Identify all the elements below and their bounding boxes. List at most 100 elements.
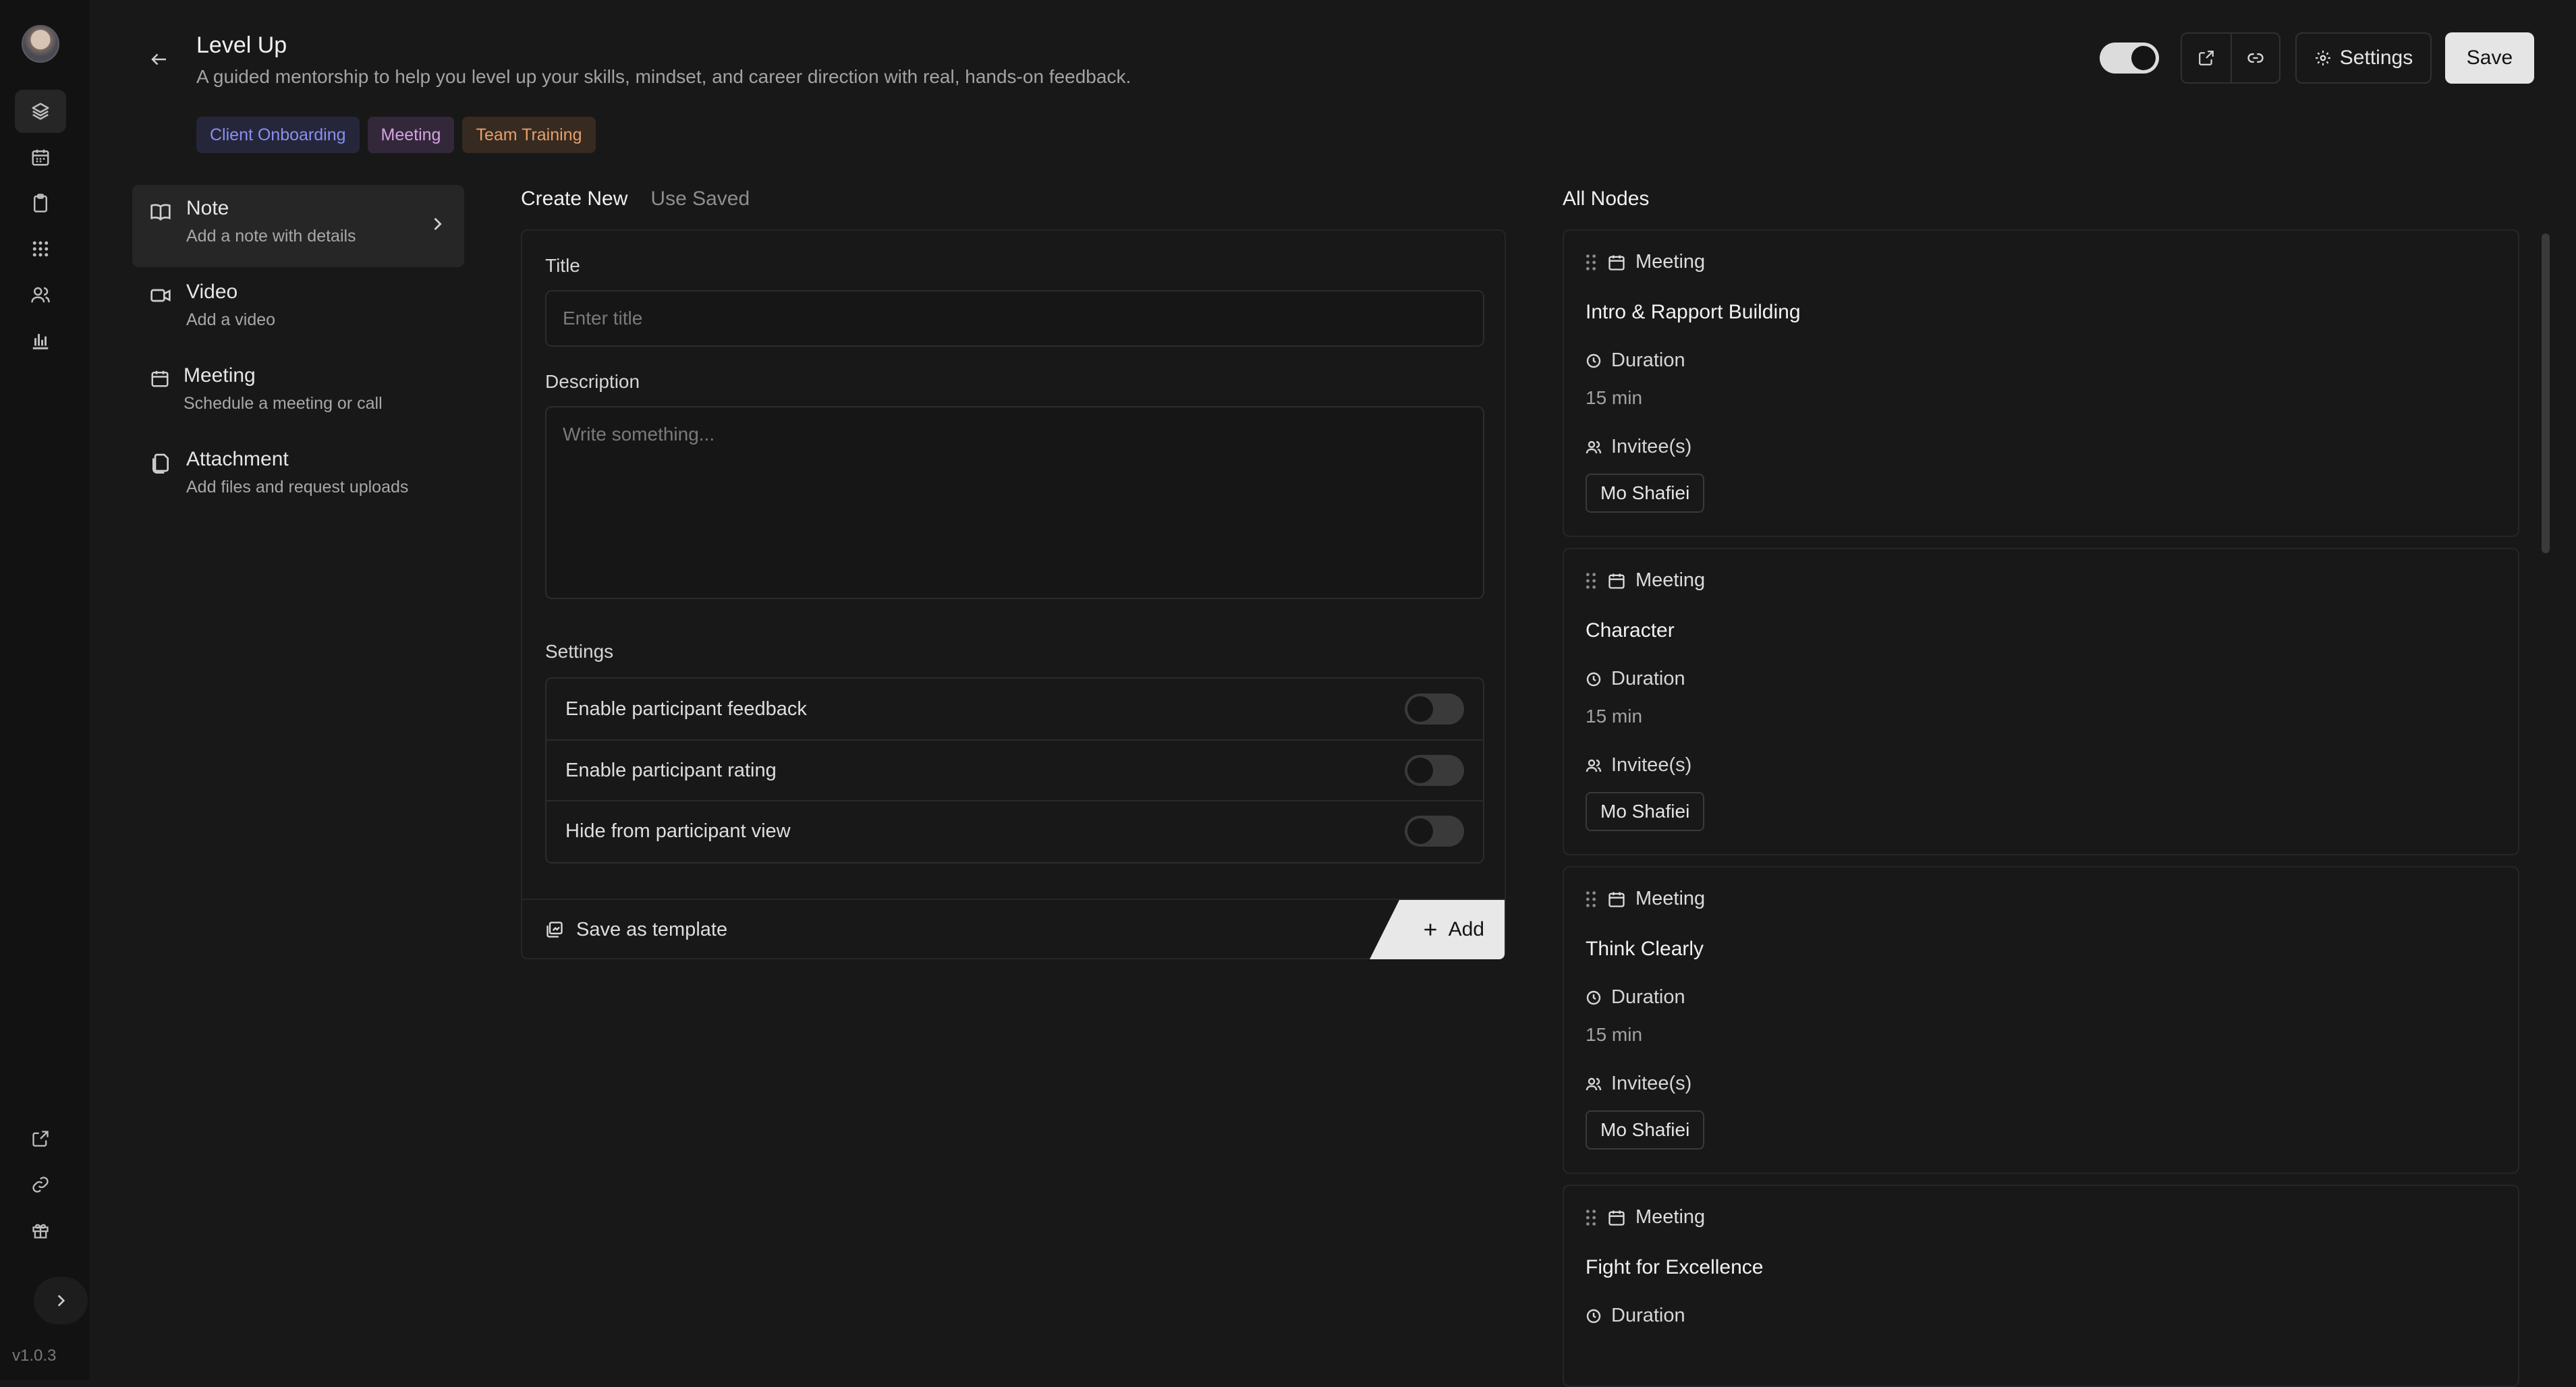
bar-chart-icon[interactable] [15,319,66,362]
duration-label: Duration [1586,349,1685,372]
save-as-template-button[interactable]: Save as template [545,900,727,959]
duration-text: Duration [1611,1305,1685,1326]
tab-create-new[interactable]: Create New [521,188,627,210]
description-textarea[interactable]: Write something... [545,406,1484,599]
chevron-right-icon [428,215,447,233]
clock-icon [1586,1309,1601,1323]
participant-rating-toggle[interactable] [1405,755,1464,786]
node-card[interactable]: Meeting Character Duration 15 min Invite… [1563,548,2519,855]
setting-row: Enable participant feedback [547,679,1483,739]
page-title: Level Up [196,32,287,58]
node-title: Think Clearly [1586,938,1704,960]
template-icon [547,922,563,938]
add-button[interactable]: Add [1370,900,1505,959]
drag-handle-icon[interactable] [1584,1209,1598,1226]
node-type-desc: Schedule a meeting or call [184,394,383,413]
title-label: Title [545,255,580,276]
page-subtitle: A guided mentorship to help you level up… [196,66,1131,87]
node-title: Character [1586,619,1675,642]
clock-icon [1586,990,1601,1004]
layers-icon[interactable] [15,90,66,133]
users-icon [1586,1077,1602,1090]
tab-use-saved[interactable]: Use Saved [650,188,750,210]
clock-icon [1586,672,1601,686]
node-type-header: Meeting [1584,251,1705,273]
drag-handle-icon[interactable] [1584,254,1598,271]
link-icon[interactable] [15,1163,66,1206]
invitees-text: Invitee(s) [1611,754,1692,776]
calendar-icon[interactable] [15,136,66,179]
invitees-label: Invitee(s) [1586,1073,1691,1095]
avatar[interactable] [22,25,59,63]
node-title: Intro & Rapport Building [1586,301,1801,323]
drag-handle-icon[interactable] [1584,890,1598,908]
invitee-chip[interactable]: Mo Shafiei [1586,792,1705,831]
setting-label: Hide from participant view [565,820,791,842]
settings-button[interactable]: Settings [2295,32,2432,84]
tag-team-training[interactable]: Team Training [462,117,596,153]
add-label: Add [1448,918,1484,940]
back-arrow-icon[interactable] [143,43,175,76]
plus-icon [1424,924,1436,936]
users-icon[interactable] [15,273,66,316]
duration-label: Duration [1586,986,1685,1009]
participant-feedback-toggle[interactable] [1405,694,1464,725]
duration-value: 15 min [1586,387,1643,408]
create-node-form: Title Enter title Description Write some… [521,229,1506,959]
node-type-label: Meeting [1635,251,1706,273]
settings-section-label: Settings [545,641,614,662]
save-button[interactable]: Save [2445,32,2534,84]
all-nodes-title: All Nodes [1563,188,1650,210]
video-icon [150,285,171,306]
invitees-text: Invitee(s) [1611,436,1692,457]
external-link-icon[interactable] [2182,34,2231,82]
tag-meeting[interactable]: Meeting [367,117,455,153]
node-card[interactable]: Meeting Think Clearly Duration 15 min In… [1563,866,2519,1174]
node-type-desc: Add files and request uploads [186,478,409,497]
invitee-chip[interactable]: Mo Shafiei [1586,474,1705,513]
duration-text: Duration [1611,349,1685,371]
settings-label: Settings [2339,47,2413,69]
title-input[interactable]: Enter title [545,290,1484,347]
node-type-header: Meeting [1584,888,1705,910]
expand-sidebar-button[interactable] [34,1277,88,1324]
clipboard-icon[interactable] [15,181,66,225]
external-link-icon[interactable] [15,1117,66,1160]
grid-icon[interactable] [15,227,66,271]
node-type-header: Meeting [1584,569,1705,592]
node-type-desc: Add a note with details [186,227,356,246]
node-title: Fight for Excellence [1586,1256,1764,1278]
share-button-group [2181,32,2280,84]
duration-label: Duration [1586,1305,1685,1327]
link-icon[interactable] [2230,34,2279,82]
duration-label: Duration [1586,668,1685,690]
users-icon [1586,441,1602,453]
hide-from-participant-toggle[interactable] [1405,816,1464,847]
gear-icon [2315,51,2330,65]
setting-row: Hide from participant view [547,800,1483,861]
scrollbar-thumb[interactable] [2542,233,2550,553]
node-type-desc: Add a video [186,310,276,329]
node-card[interactable]: Meeting Intro & Rapport Building Duratio… [1563,229,2519,537]
publish-toggle[interactable] [2100,43,2159,74]
invitees-text: Invitee(s) [1611,1073,1692,1094]
node-type-label: Meeting [1635,888,1706,909]
node-type-note[interactable]: Note Add a note with details [132,185,464,267]
calendar-icon [1608,892,1625,907]
duration-value: 15 min [1586,706,1643,727]
gift-icon[interactable] [15,1209,66,1252]
node-type-video[interactable]: Video Add a video [132,268,464,351]
setting-label: Enable participant rating [565,759,777,781]
node-type-title: Video [186,281,238,303]
node-type-label: Meeting [1635,1206,1706,1228]
node-type-meeting[interactable]: Meeting Schedule a meeting or call [132,352,464,434]
tag-client-onboarding[interactable]: Client Onboarding [196,117,360,153]
invitees-label: Invitee(s) [1586,754,1691,776]
node-card[interactable]: Meeting Fight for Excellence Duration [1563,1185,2519,1387]
toggle-knob [2131,46,2156,70]
invitee-chip[interactable]: Mo Shafiei [1586,1110,1705,1150]
book-icon [150,201,171,223]
calendar-icon [1608,573,1625,589]
node-type-attachment[interactable]: Attachment Add files and request uploads [132,436,464,518]
drag-handle-icon[interactable] [1584,572,1598,590]
